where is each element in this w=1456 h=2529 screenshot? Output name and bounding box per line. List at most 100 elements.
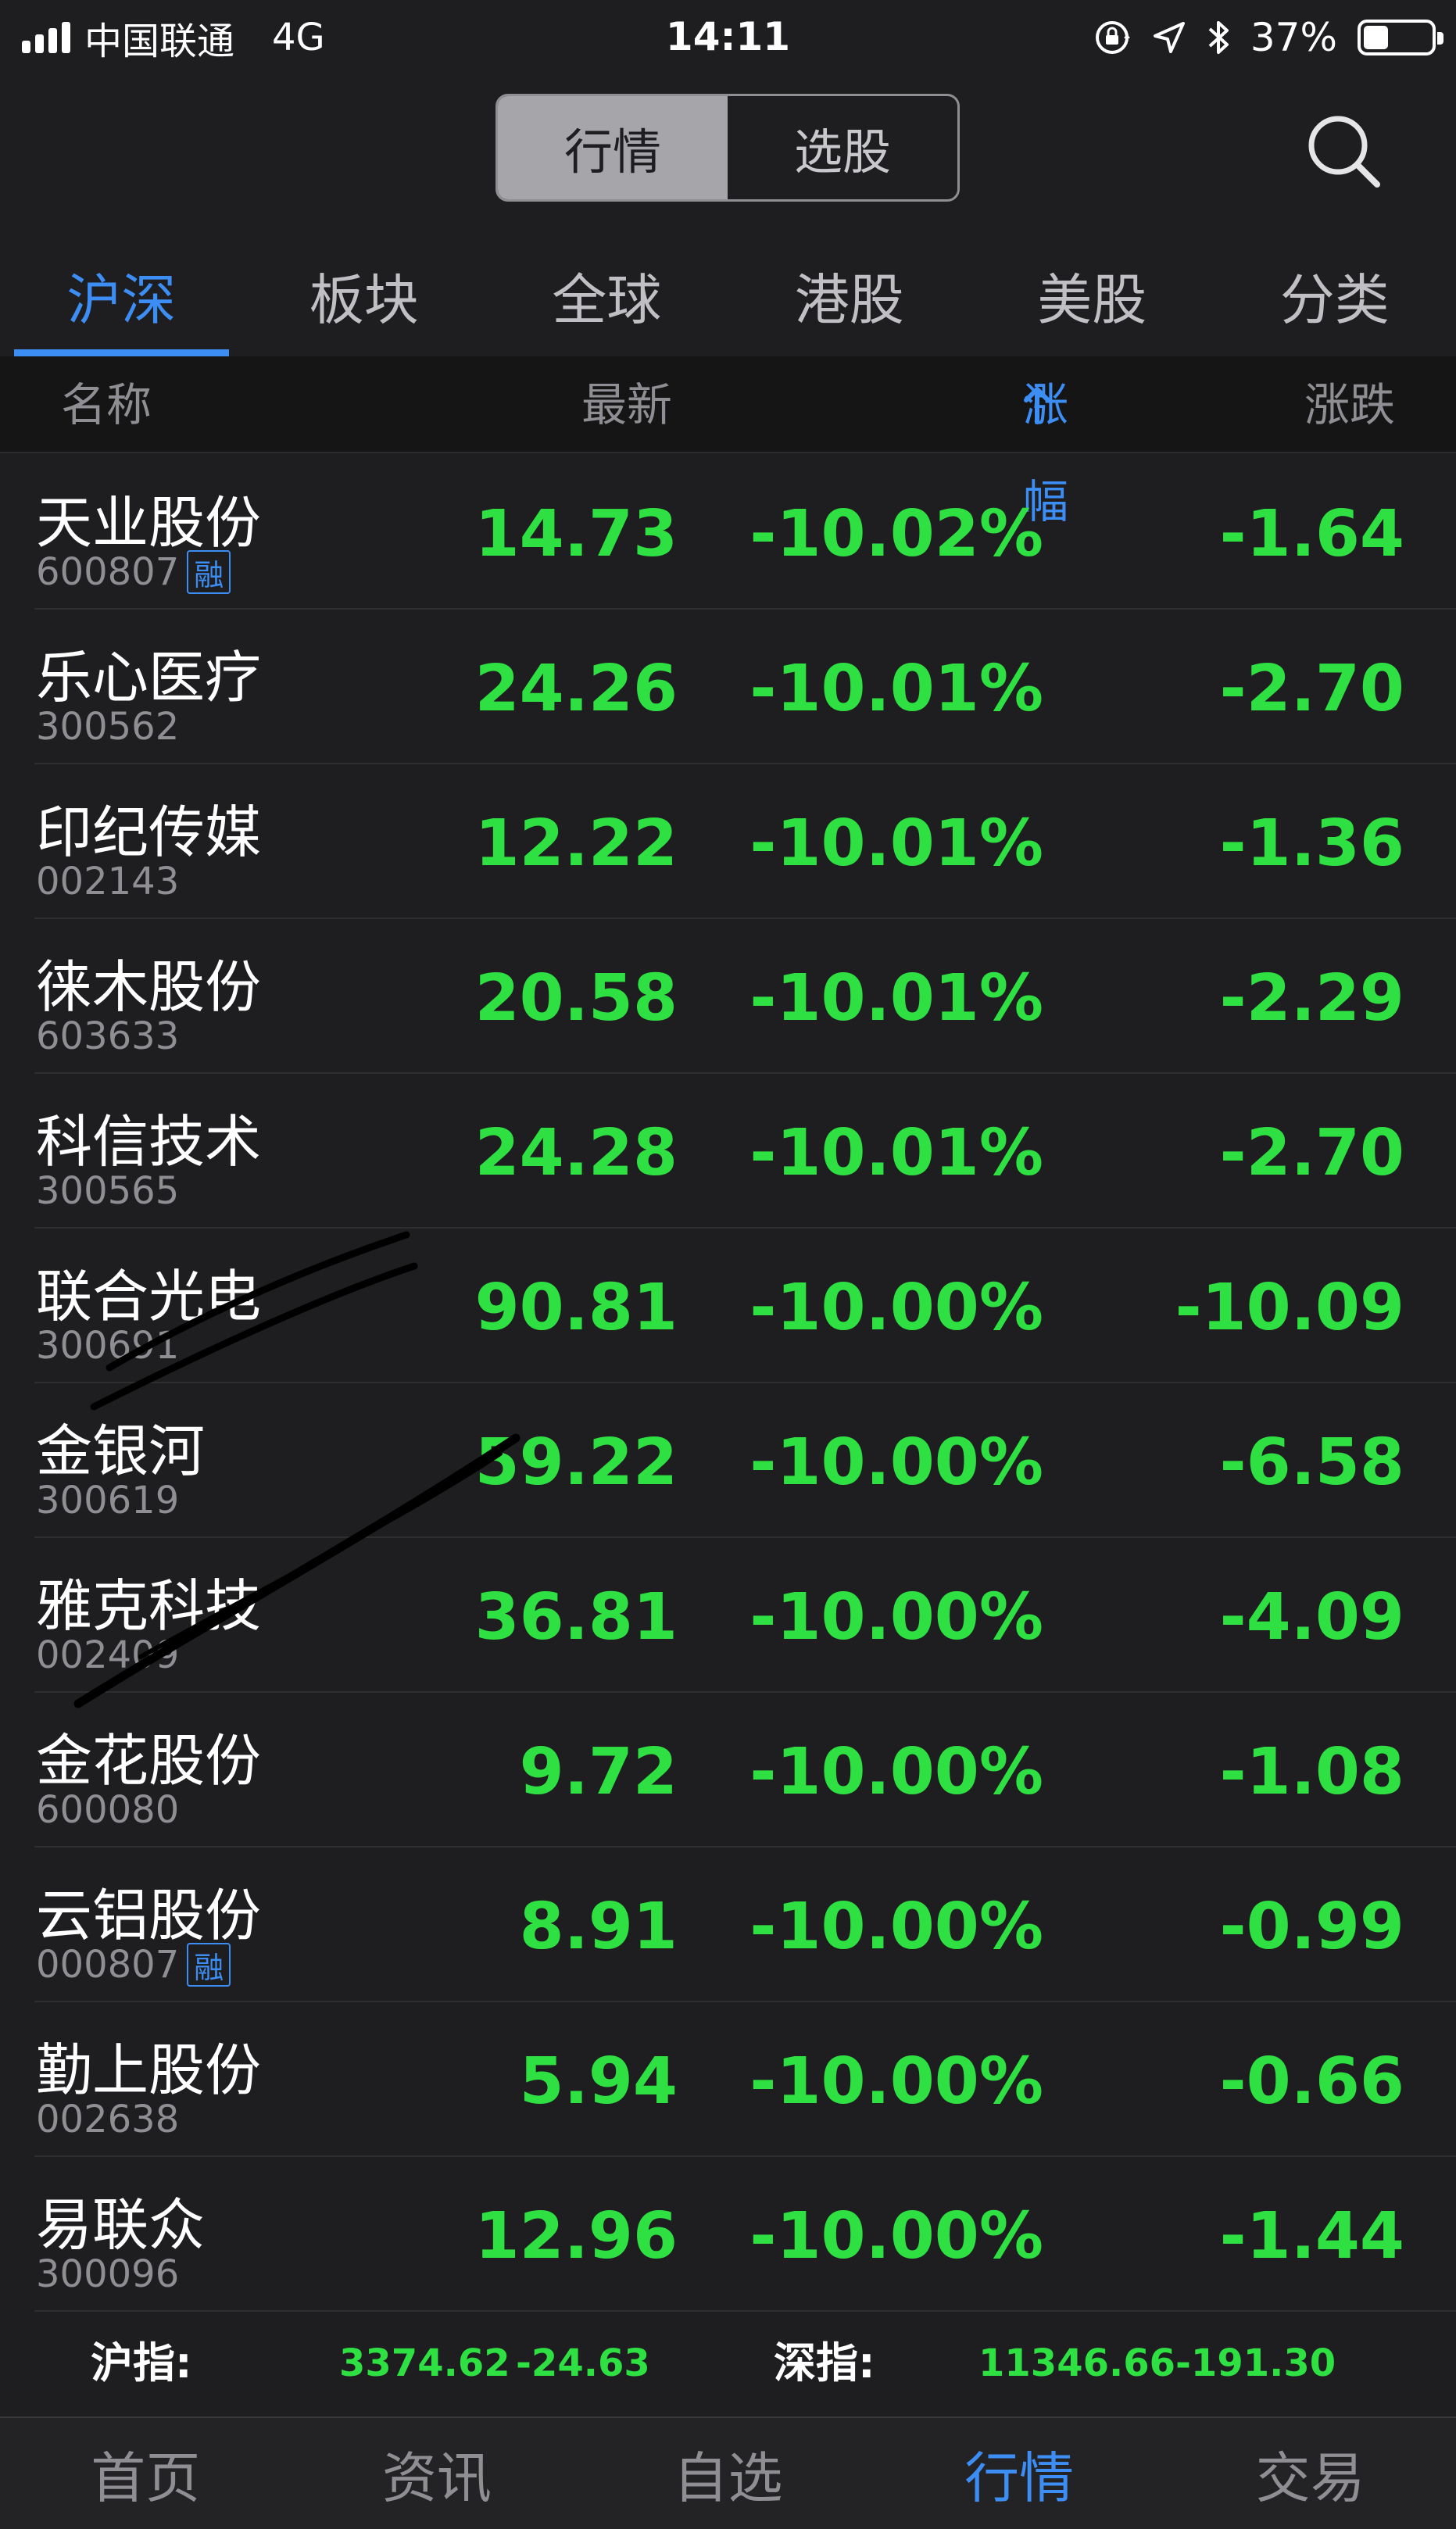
tab-us-stocks[interactable]: 美股 — [971, 234, 1214, 356]
stock-name: 乐心医疗 — [36, 645, 262, 710]
tab-categories[interactable]: 分类 — [1214, 234, 1456, 356]
segment-stock-picker[interactable]: 选股 — [728, 96, 957, 199]
stock-row[interactable]: 云铝股份 000807 融 8.91 -10.00% -0.99 — [0, 1848, 1456, 2002]
stock-name: 科信技术 — [36, 1109, 262, 1175]
tab-shanghai-shenzhen[interactable]: 沪深 — [0, 234, 243, 356]
stock-code-group: 300565 — [36, 1169, 179, 1213]
stock-pct-change: -10.00% — [749, 1890, 1043, 1964]
stock-price: 20.58 — [474, 961, 678, 1036]
stock-row[interactable]: 金银河 300619 59.22 -10.00% -6.58 — [0, 1383, 1456, 1538]
stock-row[interactable]: 科信技术 300565 24.28 -10.01% -2.70 — [0, 1074, 1456, 1229]
stock-pct-change: -10.00% — [749, 1735, 1043, 1809]
stock-row[interactable]: 天业股份 600807 融 14.73 -10.02% -1.64 — [0, 455, 1456, 610]
stock-row[interactable]: 徕木股份 603633 20.58 -10.01% -2.29 — [0, 919, 1456, 1074]
stock-change: -2.70 — [1219, 652, 1404, 726]
stock-price: 24.26 — [474, 652, 678, 726]
stock-pct-change: -10.01% — [749, 1116, 1043, 1190]
sz-index-change: -191.30 — [1175, 2341, 1336, 2385]
stock-name: 勤上股份 — [36, 2037, 262, 2103]
stock-row[interactable]: 易联众 300096 12.96 -10.00% -1.44 — [0, 2157, 1456, 2312]
margin-badge: 融 — [187, 550, 231, 594]
stock-name: 雅克科技 — [36, 1573, 262, 1639]
stock-row[interactable]: 联合光电 300691 90.81 -10.00% -10.09 — [0, 1229, 1456, 1383]
stock-code: 002409 — [36, 1633, 180, 1677]
stock-row[interactable]: 乐心医疗 300562 24.26 -10.01% -2.70 — [0, 610, 1456, 764]
bottom-tab-watchlist[interactable]: 自选 — [582, 2418, 874, 2529]
stock-price: 5.94 — [519, 2044, 678, 2119]
stock-price: 14.73 — [474, 497, 678, 571]
bluetooth-icon — [1207, 18, 1230, 57]
stock-code: 002638 — [36, 2098, 180, 2141]
segment-market[interactable]: 行情 — [498, 96, 728, 199]
stock-code: 002143 — [36, 860, 180, 903]
sz-index-label: 深指: — [774, 2338, 875, 2388]
tab-hk-stocks[interactable]: 港股 — [728, 234, 971, 356]
stock-change: -4.09 — [1219, 1580, 1404, 1654]
stock-pct-change: -10.00% — [749, 1271, 1043, 1345]
stock-name: 天业股份 — [36, 490, 262, 556]
stock-pct-change: -10.01% — [749, 652, 1043, 726]
stock-name: 徕木股份 — [36, 954, 262, 1020]
stock-price: 8.91 — [519, 1890, 678, 1964]
stock-code-group: 002638 — [36, 2098, 179, 2141]
tab-global[interactable]: 全球 — [485, 234, 728, 356]
stock-change: -10.09 — [1175, 1271, 1404, 1345]
stock-pct-change: -10.02% — [749, 497, 1043, 571]
column-name[interactable]: 名称 — [61, 356, 152, 453]
stock-name: 易联众 — [36, 2192, 206, 2258]
stock-list: 天业股份 600807 融 14.73 -10.02% -1.64 乐心医疗 300562 24… — [0, 455, 1456, 2312]
stock-pct-change: -10.00% — [749, 2199, 1043, 2273]
stock-pct-change: -10.00% — [749, 1580, 1043, 1654]
battery-cap — [1437, 32, 1443, 45]
stock-pct-change: -10.00% — [749, 2044, 1043, 2119]
app-root: 中国联通 4G 14:11 37% 行情 选股 沪深 板块 全球 港股 美股 分… — [0, 0, 1456, 2529]
index-bar: 沪指: 3374.62 -24.63 深指: 11346.66 -191.30 — [0, 2313, 1456, 2413]
stock-code-group: 000807 融 — [36, 1943, 231, 1987]
stock-code: 000807 — [36, 1943, 180, 1987]
stock-code: 300691 — [36, 1324, 180, 1368]
stock-code: 300096 — [36, 2252, 180, 2296]
stock-code: 600080 — [36, 1788, 180, 1832]
stock-code-group: 300096 — [36, 2252, 179, 2296]
column-pct[interactable]: 涨幅 — [1023, 356, 1068, 528]
top-segmented-control: 行情 选股 — [495, 94, 960, 202]
stock-change: -2.70 — [1219, 1116, 1404, 1190]
margin-badge: 融 — [187, 1943, 231, 1987]
bottom-tab-market[interactable]: 行情 — [874, 2418, 1165, 2529]
stock-code: 600807 — [36, 550, 180, 594]
stock-change: -1.44 — [1219, 2199, 1404, 2273]
stock-code-group: 300562 — [36, 705, 179, 749]
stock-price: 12.96 — [474, 2199, 678, 2273]
stock-change: -1.64 — [1219, 497, 1404, 571]
sz-index-value: 11346.66 — [978, 2341, 1176, 2385]
stock-row[interactable]: 金花股份 600080 9.72 -10.00% -1.08 — [0, 1693, 1456, 1848]
tab-sectors[interactable]: 板块 — [243, 234, 486, 356]
stock-name: 联合光电 — [36, 1264, 262, 1329]
bottom-tab-news[interactable]: 资讯 — [292, 2418, 583, 2529]
stock-code-group: 002143 — [36, 860, 179, 903]
stock-row[interactable]: 印纪传媒 002143 12.22 -10.01% -1.36 — [0, 764, 1456, 919]
stock-price: 36.81 — [474, 1580, 678, 1654]
stock-price: 59.22 — [474, 1425, 678, 1500]
stock-row[interactable]: 雅克科技 002409 36.81 -10.00% -4.09 — [0, 1538, 1456, 1693]
bottom-tab-trade[interactable]: 交易 — [1164, 2418, 1456, 2529]
bottom-tab-home[interactable]: 首页 — [0, 2418, 292, 2529]
stock-code: 603633 — [36, 1014, 180, 1058]
battery-percent: 37% — [1250, 15, 1337, 60]
stock-code-group: 600807 融 — [36, 550, 231, 594]
stock-name: 云铝股份 — [36, 1883, 262, 1948]
column-change[interactable]: 涨跌 — [1304, 356, 1395, 453]
stock-code-group: 603633 — [36, 1014, 179, 1058]
sh-index-change: -24.63 — [516, 2341, 650, 2385]
stock-price: 90.81 — [474, 1271, 678, 1345]
stock-change: -1.08 — [1219, 1735, 1404, 1809]
search-icon[interactable] — [1300, 108, 1386, 194]
battery-fill — [1364, 26, 1388, 49]
stock-code-group: 002409 — [36, 1633, 179, 1677]
stock-row[interactable]: 勤上股份 002638 5.94 -10.00% -0.66 — [0, 2002, 1456, 2157]
sh-index-label: 沪指: — [91, 2338, 192, 2388]
stock-name: 印纪传媒 — [36, 799, 262, 865]
column-price[interactable]: 最新 — [581, 356, 672, 453]
stock-code: 300565 — [36, 1169, 180, 1213]
stock-code-group: 300619 — [36, 1479, 179, 1522]
